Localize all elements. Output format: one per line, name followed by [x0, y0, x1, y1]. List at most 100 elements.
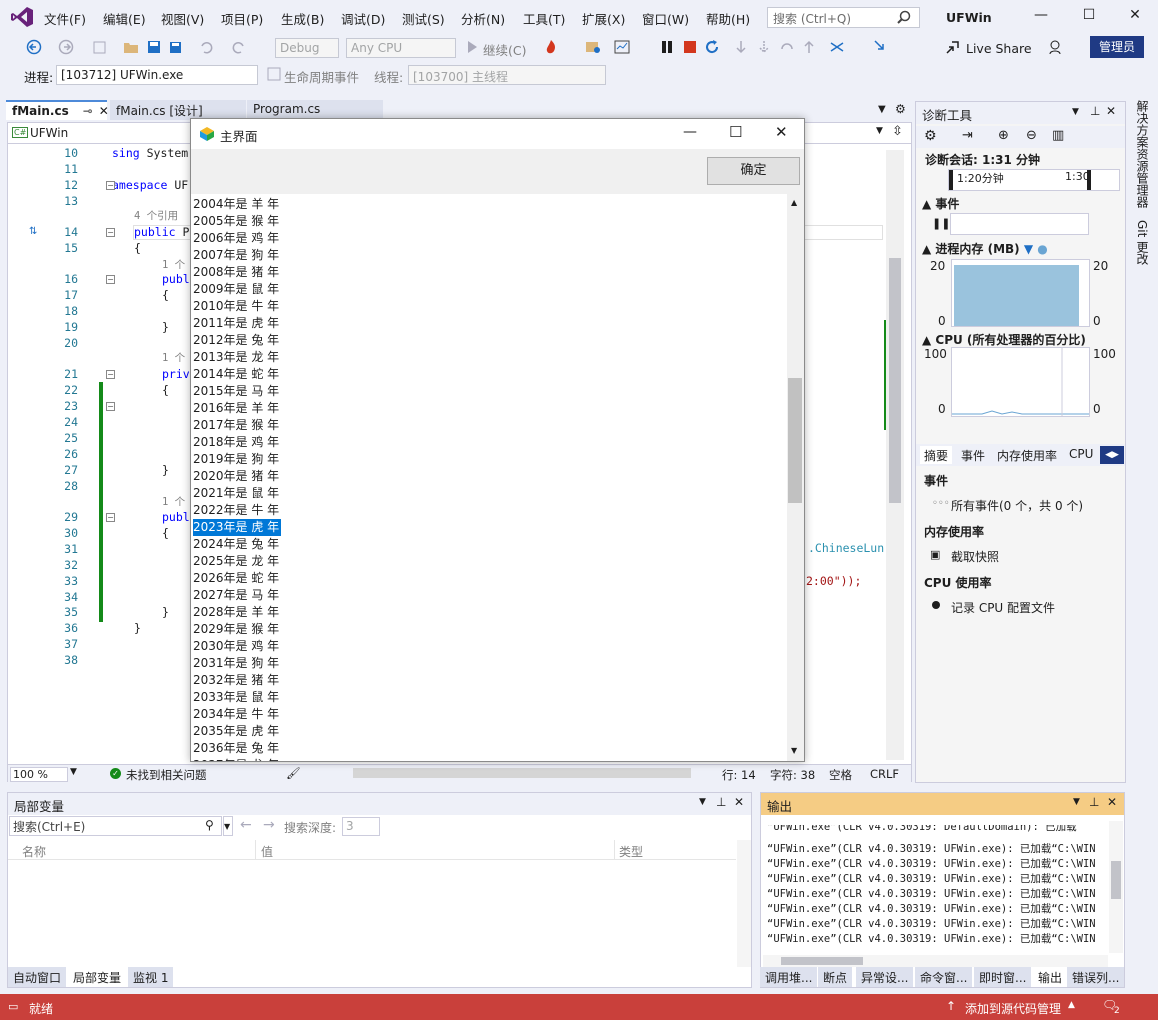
listbox-scrollbar[interactable]: ▲ ▼	[787, 194, 804, 761]
output-tab[interactable]: 命令窗...	[915, 967, 973, 987]
process-select[interactable]: [103712] UFWin.exe	[56, 65, 258, 85]
timeline-ruler[interactable]: 1:20分钟 1:30	[948, 169, 1120, 191]
hot-reload-icon[interactable]	[543, 39, 559, 55]
continue-button[interactable]: 继续(C)	[483, 40, 526, 59]
panel-close-icon[interactable]: ✕	[1106, 104, 1116, 118]
step-back-icon[interactable]	[801, 39, 817, 55]
split-editor-icon[interactable]: ⇳	[892, 124, 903, 139]
take-snapshot-button[interactable]: 截取快照	[951, 548, 999, 565]
continue-play-icon[interactable]	[465, 40, 479, 54]
chart-icon[interactable]: ▥	[1052, 128, 1064, 143]
tab-dropdown-icon[interactable]: ▼	[878, 104, 886, 115]
locals-tab[interactable]: 自动窗口	[8, 967, 67, 987]
list-item[interactable]: 2011年是 虎 年	[193, 315, 281, 332]
scrollbar-thumb[interactable]	[889, 258, 901, 503]
list-item[interactable]: 2037年是 龙 年	[193, 757, 281, 761]
menu-item[interactable]: 生成(B)	[281, 9, 324, 28]
admin-badge[interactable]: 管理员	[1090, 36, 1144, 58]
minimize-button[interactable]: —	[1030, 7, 1052, 27]
member-dropdown-icon[interactable]: ▼	[876, 126, 883, 136]
thread-select[interactable]: [103700] 主线程	[408, 65, 606, 85]
main-form-dialog[interactable]: 主界面 — ☐ ✕ 确定 2004年是 羊 年 2005年是 猴 年 2006年是 …	[190, 118, 805, 762]
save-all-icon[interactable]	[167, 39, 183, 55]
zoom-out-icon[interactable]: ⊖	[1026, 128, 1037, 143]
menu-item[interactable]: 编辑(E)	[103, 9, 146, 28]
fold-toggle-icon[interactable]: −	[106, 181, 115, 190]
output-dropdown-icon[interactable]: ▼	[1073, 797, 1080, 807]
settings-icon[interactable]: ⚙	[924, 128, 937, 144]
output-tab[interactable]: 输出	[1033, 967, 1068, 987]
list-item[interactable]: 2025年是 龙 年	[193, 553, 281, 570]
close-tab-icon[interactable]: ✕	[99, 104, 109, 118]
scroll-down-icon[interactable]: ▼	[791, 746, 797, 755]
list-item[interactable]: 2004年是 羊 年	[193, 196, 281, 213]
tab-fmain-cs[interactable]: fMain.cs ⊸ ✕	[6, 100, 109, 120]
list-item[interactable]: 2016年是 羊 年	[193, 400, 281, 417]
panel-pin-icon[interactable]: ⊥	[1090, 104, 1100, 118]
menu-item[interactable]: 项目(P)	[221, 9, 263, 28]
list-item[interactable]: 2010年是 牛 年	[193, 298, 281, 315]
export-icon[interactable]: ⇥	[962, 128, 973, 143]
new-project-icon[interactable]	[92, 39, 108, 55]
list-item[interactable]: 2007年是 狗 年	[193, 247, 281, 264]
column-value[interactable]: 值	[261, 843, 273, 860]
locals-pin-icon[interactable]: ⊥	[716, 795, 726, 809]
locals-search-dropdown-icon[interactable]: ▼	[223, 816, 233, 836]
show-next-statement-icon[interactable]	[873, 39, 889, 55]
dialog-minimize-button[interactable]: —	[683, 124, 697, 140]
line-ending[interactable]: CRLF	[870, 767, 899, 781]
column-name[interactable]: 名称	[22, 843, 46, 860]
list-item[interactable]: 2026年是 蛇 年	[193, 570, 281, 587]
output-close-icon[interactable]: ✕	[1107, 795, 1117, 809]
list-item[interactable]: 2029年是 猴 年	[193, 621, 281, 638]
lifecycle-events-button[interactable]: 生命周期事件	[284, 67, 359, 86]
list-item[interactable]: 2012年是 兔 年	[193, 332, 281, 349]
zoom-in-icon[interactable]: ⊕	[998, 128, 1009, 143]
list-item[interactable]: 2030年是 鸡 年	[193, 638, 281, 655]
listbox-scroll-thumb[interactable]	[788, 378, 802, 503]
menu-item[interactable]: 视图(V)	[161, 9, 204, 28]
zoom-dropdown-icon[interactable]: ▼	[70, 767, 77, 777]
menu-item[interactable]: 工具(T)	[523, 9, 565, 28]
codelens-reference[interactable]: 1 个	[162, 350, 185, 365]
whitespace-mode[interactable]: 空格	[829, 767, 852, 783]
locals-scrollbar[interactable]	[737, 840, 751, 967]
locals-search-icon[interactable]: ⚲	[205, 818, 214, 832]
feedback-icon[interactable]	[1048, 39, 1064, 55]
locals-close-icon[interactable]: ✕	[734, 795, 744, 809]
output-tab[interactable]: 即时窗...	[974, 967, 1032, 987]
menu-item[interactable]: 帮助(H)	[706, 9, 750, 28]
codelens-reference[interactable]: 1 个	[162, 494, 185, 509]
list-item[interactable]: 2032年是 猪 年	[193, 672, 281, 689]
menu-item[interactable]: 分析(N)	[461, 9, 505, 28]
fold-toggle-icon[interactable]: −	[106, 228, 115, 237]
source-control-chevron-icon[interactable]: ▲	[1068, 1000, 1075, 1010]
open-folder-icon[interactable]	[123, 39, 139, 55]
list-item[interactable]: 2013年是 龙 年	[193, 349, 281, 366]
output-tab[interactable]: 异常设...	[856, 967, 914, 987]
dialog-maximize-button[interactable]: ☐	[729, 123, 742, 141]
platform-select[interactable]: Any CPU	[346, 38, 456, 58]
list-item[interactable]: 2014年是 蛇 年	[193, 366, 281, 383]
diag-tab-3[interactable]: CPU	[1065, 446, 1097, 464]
menu-item[interactable]: 调试(D)	[341, 9, 385, 28]
stop-icon[interactable]	[683, 40, 697, 54]
undo-icon[interactable]	[198, 39, 214, 55]
diag-tab-2[interactable]: 内存使用率	[993, 446, 1061, 464]
back-icon[interactable]	[26, 39, 42, 55]
fold-toggle-icon[interactable]: −	[106, 370, 115, 379]
configuration-select[interactable]: Debug	[275, 38, 339, 58]
list-item[interactable]: 2028年是 羊 年	[193, 604, 281, 621]
output-hscrollbar[interactable]	[763, 955, 1108, 967]
codelens-reference[interactable]: 4 个引用	[134, 208, 178, 223]
output-vscrollbar[interactable]	[1109, 821, 1123, 953]
list-item[interactable]: 2022年是 牛 年	[193, 502, 281, 519]
add-to-source-control-button[interactable]: 添加到源代码管理	[965, 1000, 1061, 1017]
search-back-icon[interactable]: ←	[240, 817, 252, 833]
column-type[interactable]: 类型	[619, 843, 643, 860]
list-item[interactable]: 2027年是 马 年	[193, 587, 281, 604]
issues-status[interactable]: 未找到相关问题	[126, 767, 207, 783]
list-item[interactable]: 2033年是 鼠 年	[193, 689, 281, 706]
output-pin-icon[interactable]: ⊥	[1089, 795, 1099, 809]
editor-vertical-scrollbar[interactable]	[886, 150, 904, 760]
